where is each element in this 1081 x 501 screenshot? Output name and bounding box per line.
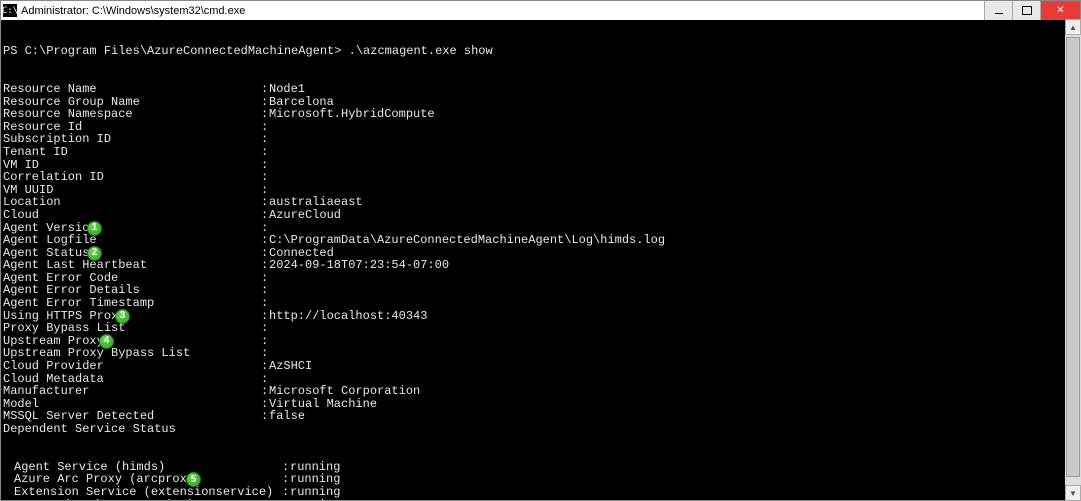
separator: : <box>261 209 268 222</box>
output-row: Resource Group Name:Barcelona <box>3 96 1078 109</box>
output-row: Agent Error Code: <box>3 272 1078 285</box>
property-label: Proxy Bypass List <box>3 322 125 335</box>
property-value: AzSHCI <box>269 360 312 373</box>
separator: : <box>261 322 268 335</box>
property-value: C:\ProgramData\AzureConnectedMachineAgen… <box>269 234 665 247</box>
output-row: Upstream Proxy Bypass List: <box>3 347 1078 360</box>
output-row: Resource Name:Node1 <box>3 83 1078 96</box>
scrollbar[interactable]: ▲ ▼ <box>1065 19 1081 501</box>
property-label: Cloud Provider <box>3 360 104 373</box>
property-value: http://localhost:40343 <box>269 310 427 323</box>
property-label: Resource Name <box>3 83 97 96</box>
separator: : <box>282 486 289 499</box>
property-value: running <box>290 499 340 500</box>
property-label: Cloud <box>3 209 39 222</box>
output-row: Tenant ID: <box>3 146 1078 159</box>
output-row: Manufacturer:Microsoft Corporation <box>3 385 1078 398</box>
output-row: Agent Error Timestamp: <box>3 297 1078 310</box>
separator: : <box>261 410 268 423</box>
property-value: AzureCloud <box>269 209 341 222</box>
property-label: Dependent Service Status <box>3 423 176 436</box>
output-row: Cloud:AzureCloud <box>3 209 1078 222</box>
output-row: Subscription ID: <box>3 133 1078 146</box>
output-row: Location:australiaeast <box>3 196 1078 209</box>
separator: : <box>261 171 268 184</box>
property-label: GC Service (gcarcservice) <box>3 499 194 500</box>
property-value: false <box>269 410 305 423</box>
window-controls <box>984 1 1080 20</box>
output-row: Agent Logfile:C:\ProgramData\AzureConnec… <box>3 234 1078 247</box>
property-label: Tenant ID <box>3 146 68 159</box>
output-row: GC Service (gcarcservice):running <box>3 499 1078 500</box>
scroll-thumb[interactable] <box>1066 37 1080 477</box>
property-label: Agent Last Heartbeat <box>3 259 147 272</box>
output-row: Cloud Metadata: <box>3 373 1078 386</box>
separator: : <box>261 108 268 121</box>
cmd-window: C:\ Administrator: C:\Windows\system32\c… <box>0 0 1081 501</box>
separator: : <box>261 83 268 96</box>
output-row: Extension Service (extensionservice):run… <box>3 486 1078 499</box>
separator: : <box>261 234 268 247</box>
scroll-down-button[interactable]: ▼ <box>1065 485 1081 501</box>
minimize-button[interactable] <box>984 1 1012 20</box>
output-row: Correlation ID: <box>3 171 1078 184</box>
separator: : <box>261 385 268 398</box>
close-button[interactable] <box>1040 1 1080 20</box>
output-row: Agent Status:Connected2 <box>3 247 1078 260</box>
output-row: Proxy Bypass List: <box>3 322 1078 335</box>
property-value: Node1 <box>269 83 305 96</box>
property-label: Correlation ID <box>3 171 104 184</box>
output-row: Agent Last Heartbeat:2024-09-18T07:23:54… <box>3 259 1078 272</box>
separator: : <box>261 297 268 310</box>
property-label: Resource Namespace <box>3 108 133 121</box>
property-value: Microsoft.HybridCompute <box>269 108 435 121</box>
property-value: Microsoft Corporation <box>269 385 420 398</box>
separator: : <box>261 360 268 373</box>
output-row: Using HTTPS Proxy:http://localhost:40343… <box>3 310 1078 323</box>
output-row: Resource Namespace:Microsoft.HybridCompu… <box>3 108 1078 121</box>
separator: : <box>261 146 268 159</box>
output-row: VM UUID: <box>3 184 1078 197</box>
property-label: Agent Logfile <box>3 234 97 247</box>
cmd-icon: C:\ <box>3 4 17 17</box>
output-row: Dependent Service Status <box>3 423 1078 436</box>
separator: : <box>261 259 268 272</box>
output-row: Resource Id: <box>3 121 1078 134</box>
output-row: Agent Error Details: <box>3 284 1078 297</box>
output-row: Model:Virtual Machine <box>3 398 1078 411</box>
separator: : <box>282 499 289 500</box>
output-row: VM ID: <box>3 159 1078 172</box>
terminal-output[interactable]: PS C:\Program Files\AzureConnectedMachin… <box>1 20 1080 500</box>
output-row: Cloud Provider:AzSHCI <box>3 360 1078 373</box>
property-value: running <box>290 486 340 499</box>
property-label: Extension Service (extensionservice) <box>3 486 273 499</box>
property-label: Agent Error Timestamp <box>3 297 154 310</box>
scroll-up-button[interactable]: ▲ <box>1065 19 1081 35</box>
prompt-line: PS C:\Program Files\AzureConnectedMachin… <box>3 45 1078 58</box>
property-value: 2024-09-18T07:23:54-07:00 <box>269 259 449 272</box>
property-label: Manufacturer <box>3 385 89 398</box>
maximize-button[interactable] <box>1012 1 1040 20</box>
window-title: Administrator: C:\Windows\system32\cmd.e… <box>21 5 245 17</box>
titlebar[interactable]: C:\ Administrator: C:\Windows\system32\c… <box>1 1 1080 20</box>
